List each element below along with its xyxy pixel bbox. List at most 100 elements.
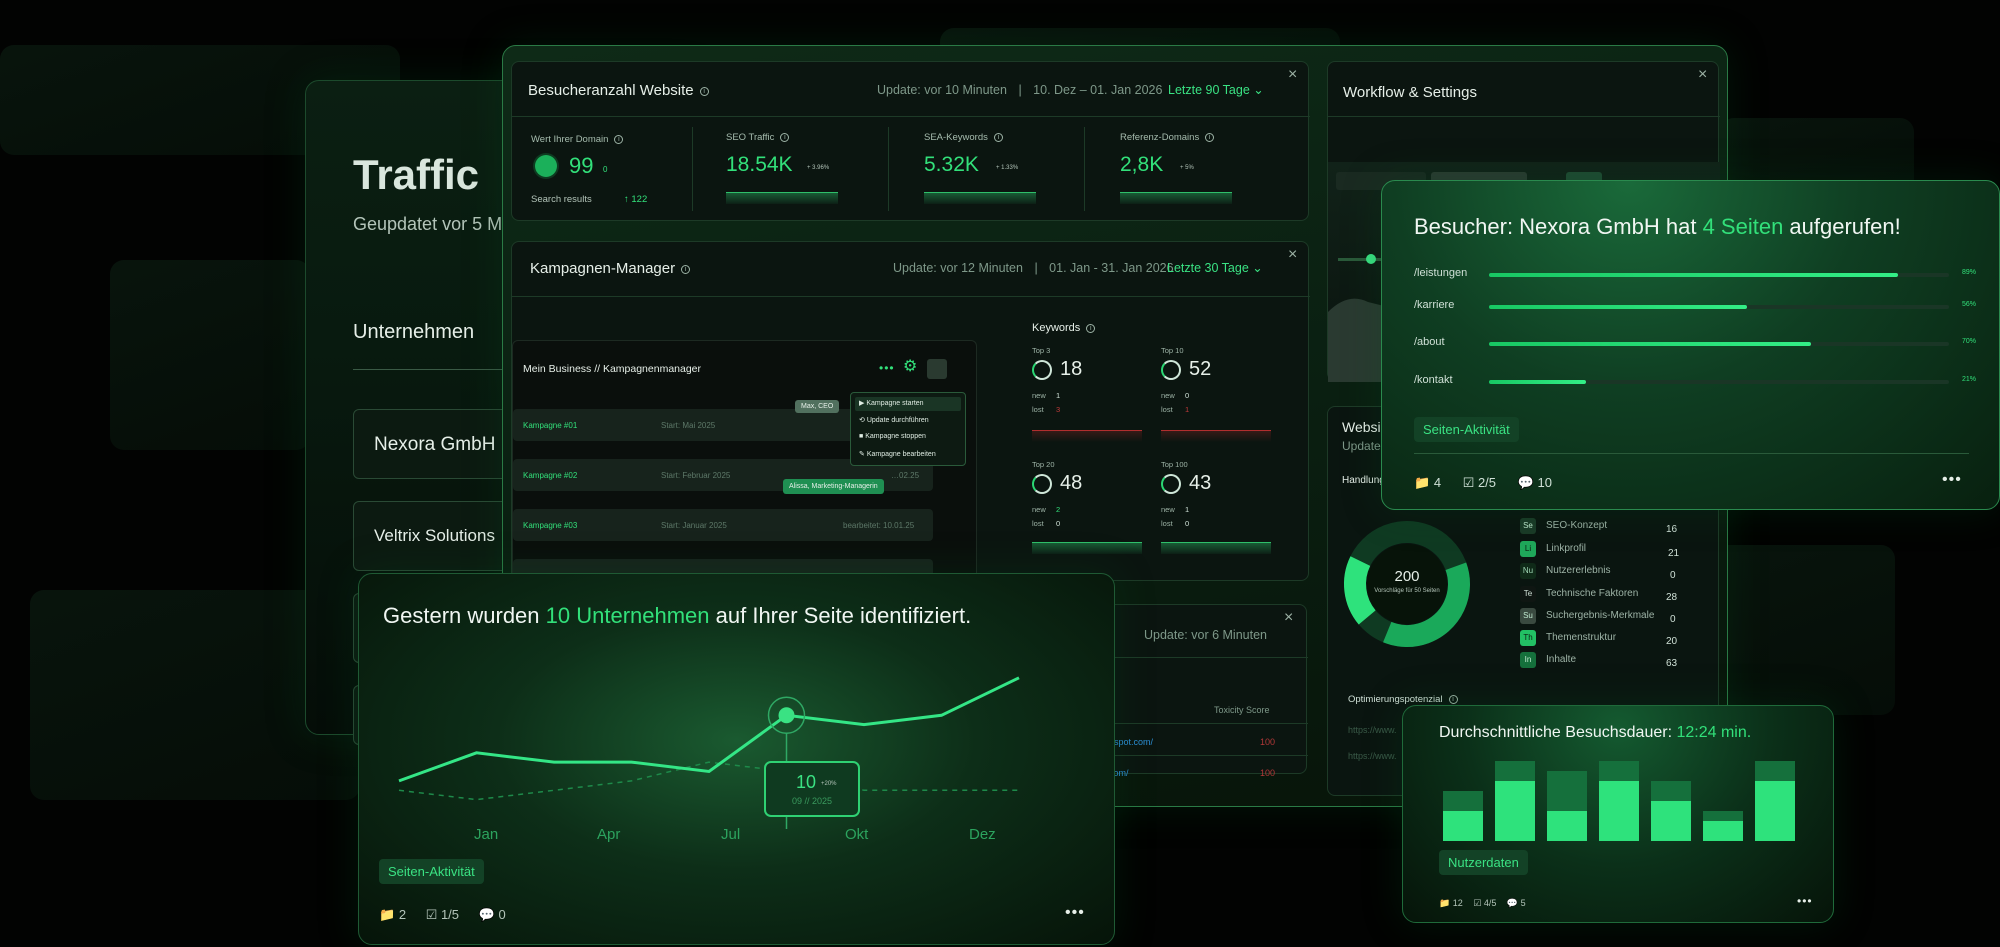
category-value: 0: [1670, 614, 1676, 625]
lost-value: 0: [1056, 519, 1061, 528]
category-badge: Te: [1520, 586, 1536, 602]
optimization-heading: Optimierungspotenzial i: [1348, 694, 1458, 705]
info-icon[interactable]: i: [1448, 694, 1458, 704]
card-stats: 📁 4 ☑ 2/5 💬 10: [1414, 475, 1552, 491]
page-path[interactable]: /karriere: [1414, 299, 1454, 311]
comment-icon: 💬: [1506, 898, 1519, 908]
metric-value: 99: [569, 153, 594, 178]
x-axis-labels: Jan Apr Jul Okt Dez: [359, 826, 1116, 846]
info-icon[interactable]: i: [681, 264, 691, 274]
page-path[interactable]: /about: [1414, 336, 1445, 348]
activity-tag[interactable]: Seiten-Aktivität: [379, 859, 484, 884]
checkbox-icon: ☑: [425, 907, 438, 922]
x-tick-label: Jan: [474, 826, 499, 843]
page-percent: 56%: [1962, 301, 1977, 308]
category-row[interactable]: In Inhalte: [1520, 652, 1576, 668]
close-icon[interactable]: ×: [1284, 609, 1293, 627]
info-icon[interactable]: i: [699, 86, 709, 96]
metric-label: Referenz-Domains i: [1120, 132, 1215, 143]
new-label: new: [1032, 391, 1046, 400]
tooltip-date: 09 // 2025: [791, 796, 833, 806]
category-name: Technische Faktoren: [1546, 588, 1639, 599]
visitors-period-select[interactable]: Letzte 90 Tage ⌄: [1168, 82, 1264, 97]
info-icon[interactable]: i: [1205, 132, 1215, 142]
chevron-down-icon: ⌄: [1253, 83, 1264, 97]
donut-caption: Vorschläge für 50 Seiten: [1374, 588, 1440, 594]
page-percent: 70%: [1962, 338, 1977, 345]
info-icon[interactable]: i: [614, 134, 624, 144]
menu-item-label: Kampagne stoppen: [865, 433, 926, 440]
column-header: Toxicity Score: [1214, 705, 1270, 715]
menu-item-stop[interactable]: ■ Kampagne stoppen: [859, 433, 926, 440]
category-row[interactable]: Th Themenstruktur: [1520, 630, 1616, 646]
tooltip-delta: +20%: [821, 781, 837, 787]
handlung-label: Handlung: [1342, 475, 1385, 486]
more-icon[interactable]: •••: [1942, 471, 1962, 489]
user-tooltip: Max, CEO: [795, 400, 840, 413]
category-value: 63: [1666, 658, 1678, 669]
tag-label: Seiten-Aktivität: [1414, 417, 1519, 442]
divider: [888, 127, 889, 211]
menu-item-edit[interactable]: ✎ Kampagne bearbeiten: [859, 450, 936, 458]
category-row[interactable]: Te Technische Faktoren: [1520, 586, 1638, 602]
gear-icon[interactable]: ⚙: [903, 356, 917, 376]
user-data-tag[interactable]: Nutzerdaten: [1439, 850, 1528, 875]
folder-icon: 📁: [1439, 898, 1451, 908]
metric-label: Wert Ihrer Domain i: [531, 134, 624, 145]
campaigns-period-select[interactable]: Letzte 30 Tage ⌄: [1167, 260, 1263, 275]
checkbox-icon: ☑: [1473, 898, 1482, 908]
more-icon[interactable]: •••: [879, 361, 895, 375]
sparkline: [726, 192, 838, 204]
visitors-heading: Besucheranzahl Website i: [528, 82, 709, 99]
visitors-card: Besucheranzahl Website i Update: vor 10 M…: [511, 61, 1310, 221]
user-tooltip: Alissa, Marketing-Managerin: [783, 479, 884, 494]
info-icon[interactable]: i: [780, 132, 790, 142]
new-label: new: [1032, 505, 1046, 514]
page-progress-track: [1489, 380, 1949, 384]
data-point[interactable]: [778, 707, 795, 724]
title-highlight: 10 Unternehmen: [545, 603, 710, 628]
sparkline: [924, 192, 1036, 204]
close-icon[interactable]: ×: [1288, 66, 1297, 84]
category-row[interactable]: Nu Nutzererlebnis: [1520, 563, 1610, 579]
tooltip-value: 10: [796, 772, 817, 792]
card-stats: 📁 2 ☑ 1/5 💬 0: [379, 907, 506, 923]
metric-value: 5.32K: [924, 153, 979, 176]
activity-tag[interactable]: Seiten-Aktivität: [1414, 417, 1519, 442]
page-path[interactable]: /kontakt: [1414, 374, 1453, 386]
optimization-link[interactable]: https://www.: [1348, 725, 1397, 735]
title-highlight: 12:24 min.: [1676, 724, 1752, 741]
avatar[interactable]: [927, 359, 947, 379]
close-icon[interactable]: ×: [1698, 66, 1707, 84]
title-text: Gestern wurden: [383, 603, 546, 628]
page-path[interactable]: /leistungen: [1414, 267, 1467, 279]
campaign-name: Kampagne #03: [523, 521, 578, 530]
page-progress-fill: [1489, 380, 1586, 384]
x-tick-label: Jul: [721, 826, 741, 843]
companies-line-chart: [398, 676, 1020, 829]
category-row[interactable]: Su Suchergebnis-Merkmale: [1520, 608, 1654, 624]
info-icon[interactable]: i: [993, 132, 1003, 142]
close-icon[interactable]: ×: [1288, 246, 1297, 264]
menu-item-label: Update durchführen: [866, 417, 929, 424]
backlinks-update: Update: vor 6 Minuten: [1144, 628, 1267, 642]
category-row[interactable]: Li Linkprofil: [1520, 541, 1586, 557]
info-icon[interactable]: i: [1086, 323, 1096, 333]
title-highlight: 4 Seiten: [1702, 214, 1784, 239]
category-row[interactable]: Se SEO-Konzept: [1520, 518, 1607, 534]
bg-ghost-panel: [110, 260, 310, 450]
separator: |: [1034, 261, 1038, 275]
metric-label-text: Referenz-Domains: [1120, 132, 1200, 143]
visitors-title: Besucheranzahl Website: [528, 82, 694, 99]
menu-item-start[interactable]: ▶ Kampagne starten: [859, 399, 924, 407]
search-results-label: Search results: [531, 194, 592, 205]
divider: [1084, 127, 1085, 211]
new-label: new: [1161, 505, 1175, 514]
more-icon[interactable]: •••: [1797, 894, 1813, 908]
table-row[interactable]: Kampagne #03 Start: Januar 2025 bearbeit…: [513, 509, 933, 541]
menu-item-update[interactable]: ⟲ Update durchführen: [859, 416, 929, 424]
keyword-label: Top 3: [1032, 346, 1051, 355]
more-icon[interactable]: •••: [1065, 904, 1085, 922]
category-name: Themenstruktur: [1546, 632, 1617, 643]
optimization-link[interactable]: https://www.: [1348, 751, 1397, 761]
